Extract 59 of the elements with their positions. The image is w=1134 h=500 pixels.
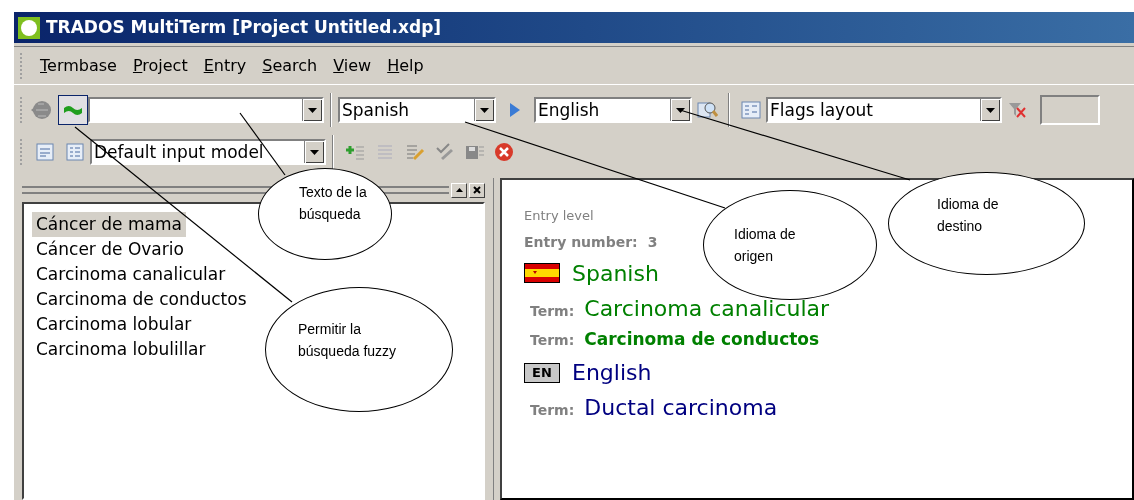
entry-level-label: Entry level xyxy=(524,207,594,225)
menu-item[interactable]: Project xyxy=(126,53,194,78)
language-code-badge: EN xyxy=(524,362,560,383)
dropdown-button[interactable] xyxy=(474,99,494,121)
layout-icon[interactable] xyxy=(740,100,762,120)
list-icon[interactable] xyxy=(64,142,86,162)
language-name: English xyxy=(572,359,652,387)
menu-item[interactable]: View xyxy=(327,53,378,78)
source-language-dropdown[interactable]: Spanish xyxy=(338,97,496,123)
term-list-item[interactable]: Carcinoma lobular xyxy=(32,312,196,337)
play-arrow-icon xyxy=(510,103,520,117)
delete-icon[interactable] xyxy=(494,142,516,162)
layout-dropdown[interactable]: Flags layout xyxy=(766,97,1002,123)
term-list-item[interactable]: Carcinoma canalicular xyxy=(32,262,230,287)
form-icon[interactable] xyxy=(34,142,56,162)
edit-check-icon[interactable] xyxy=(434,142,456,162)
dropdown-button[interactable] xyxy=(980,99,1000,121)
close-icon xyxy=(473,186,481,194)
caret-up-icon xyxy=(455,188,463,192)
callout-text: Idioma de origen xyxy=(734,225,797,266)
dropdown-button[interactable] xyxy=(670,99,690,121)
callout-text: Permitir la búsqueda fuzzy xyxy=(298,320,398,361)
dropdown-button[interactable] xyxy=(302,99,322,121)
window-title: TRADOS MultiTerm [Project Untitled.xdp] xyxy=(46,15,442,39)
close-button[interactable] xyxy=(469,182,485,198)
caret-icon xyxy=(310,149,319,155)
fuzzy-search-button[interactable] xyxy=(58,95,88,125)
term-text: Carcinoma canalicular xyxy=(584,294,830,323)
target-language-dropdown[interactable]: English xyxy=(534,97,692,123)
app-icon xyxy=(18,16,40,39)
term-list-item[interactable]: Carcinoma de conductos xyxy=(32,287,251,312)
caret-icon xyxy=(480,107,489,113)
caret-icon xyxy=(676,107,685,113)
menu-item[interactable]: Search xyxy=(256,53,324,78)
callout-text: Texto de la búsqueda xyxy=(299,183,368,224)
caret-icon xyxy=(986,107,995,113)
search-icon[interactable] xyxy=(696,100,718,120)
term-list-item[interactable]: Cáncer de mama xyxy=(32,212,186,237)
term-text: Ductal carcinoma xyxy=(584,394,778,422)
menu-item[interactable]: Entry xyxy=(197,53,253,78)
spain-flag-icon xyxy=(524,263,560,283)
caret-icon xyxy=(308,107,317,113)
term-label: Term: xyxy=(530,401,575,420)
term-label: Term: xyxy=(530,330,575,350)
term-label: Term: xyxy=(530,301,575,321)
language-name: Spanish xyxy=(572,259,659,288)
entry-number: 3 xyxy=(647,232,658,252)
menu-item[interactable]: Help xyxy=(381,53,430,78)
search-field[interactable] xyxy=(88,97,324,123)
text-field[interactable] xyxy=(1040,95,1100,125)
entry-number-label: Entry number: xyxy=(524,232,638,252)
menu-item[interactable]: Termbase xyxy=(34,53,123,78)
term-list-item[interactable]: Carcinoma lobulillar xyxy=(32,337,210,362)
filter-off-icon[interactable] xyxy=(1006,100,1028,120)
dropdown-button[interactable] xyxy=(304,141,324,163)
term-text: Carcinoma de conductos xyxy=(584,327,820,351)
term-list-item[interactable]: Cáncer de Ovario xyxy=(32,237,188,262)
callout-text: Idioma de destino xyxy=(937,195,1000,236)
scroll-up-button[interactable] xyxy=(451,182,467,198)
